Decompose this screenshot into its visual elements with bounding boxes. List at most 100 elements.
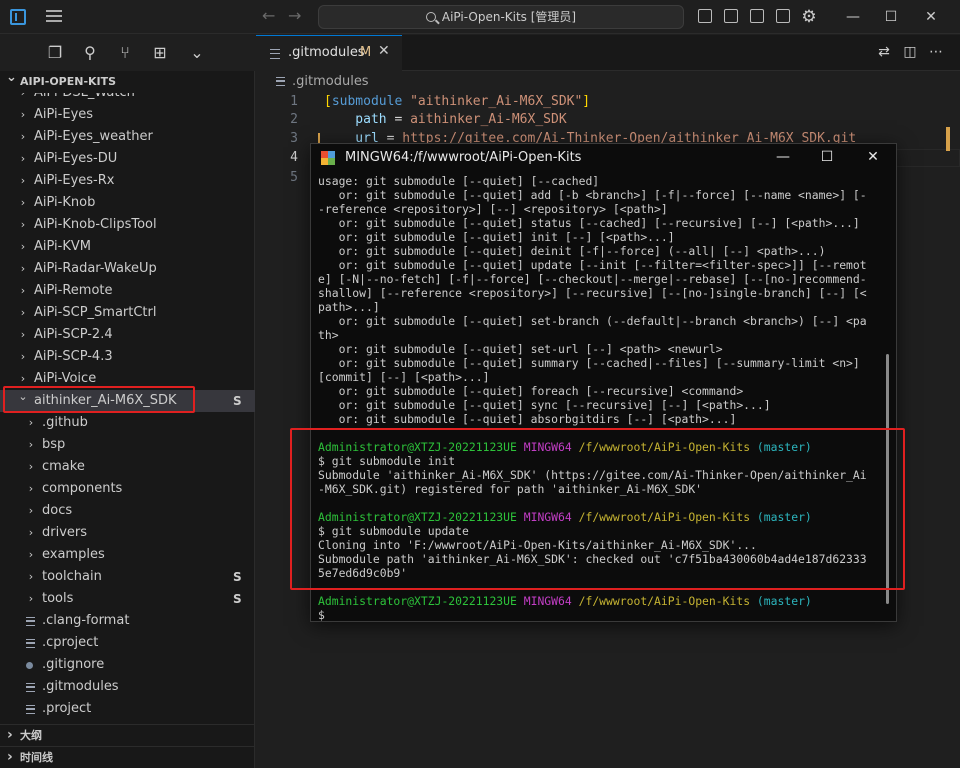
source-control-icon[interactable]: ⑂ [115, 43, 135, 63]
tree-item[interactable]: › AiPi-SCP-2.4 [0, 324, 255, 346]
close-tab-icon[interactable]: ✕ [378, 43, 390, 59]
tab-label: .gitmodules [288, 45, 365, 60]
tree-item-label: AiPi-Remote [34, 283, 113, 298]
tree-item[interactable]: › AiPi-Eyes_weather [0, 126, 255, 148]
tree-item[interactable]: › bsp [0, 434, 255, 456]
terminal-maximize-button[interactable]: ☐ [817, 147, 837, 167]
command-center-search[interactable]: AiPi-Open-Kits [管理员] [318, 5, 684, 29]
terminal-scrollbar[interactable] [886, 354, 889, 604]
tree-item[interactable]: › AiPi-Knob-ClipsTool [0, 214, 255, 236]
title-bar: ← → AiPi-Open-Kits [管理员] ⚙ — ☐ ✕ [0, 0, 960, 34]
terminal-usage-line: or: git submodule [--quiet] summary [--c… [318, 356, 860, 370]
terminal-minimize-button[interactable]: — [773, 147, 793, 167]
tree-item[interactable]: › AiPi-Remote [0, 280, 255, 302]
files-icon[interactable]: ❐ [45, 43, 65, 63]
terminal-output-line: 5e7ed6d9c0b9' [318, 566, 408, 580]
tree-item[interactable]: › cmake [0, 456, 255, 478]
line-number: 5 [290, 170, 298, 185]
tree-item-label: drivers [42, 525, 88, 540]
search-icon[interactable]: ⚲ [80, 43, 100, 63]
terminal-close-button[interactable]: ✕ [863, 147, 883, 167]
breadcrumb-item[interactable]: .gitmodules [292, 74, 369, 89]
terminal-usage-line: or: git submodule [--quiet] init [--] [<… [318, 230, 675, 244]
tree-item[interactable]: › AiPi-Radar-WakeUp [0, 258, 255, 280]
tree-item[interactable]: › AiPi-Eyes-DU [0, 148, 255, 170]
open-changes-icon[interactable]: ⇄ [876, 44, 892, 60]
toggle-sidebar-icon[interactable] [698, 9, 712, 23]
tree-item[interactable]: › components [0, 478, 255, 500]
prompt-path: /f/wwwroot/AiPi-Open-Kits [578, 510, 751, 524]
mingw64-terminal-window[interactable]: MINGW64:/f/wwwroot/AiPi-Open-Kits — ☐ ✕ … [310, 143, 897, 622]
explorer-root-title[interactable]: AIPI-OPEN-KITS [0, 67, 255, 93]
terminal-prompt: Administrator@XTZJ-20221123UE MINGW64 /f… [318, 510, 812, 524]
tree-item[interactable]: ›AiPi-DSL_Watch [0, 93, 255, 104]
toggle-secondary-sidebar-icon[interactable] [750, 9, 764, 23]
tree-item[interactable]: .gitmodules [0, 676, 255, 698]
tab-gitmodules[interactable]: .gitmodules M ✕ [256, 35, 402, 71]
tree-item-label: bsp [42, 437, 66, 452]
terminal-output-line: Cloning into 'F:/wwwroot/AiPi-Open-Kits/… [318, 538, 757, 552]
outline-section[interactable]: 大纲 [0, 724, 255, 746]
maximize-button[interactable]: ☐ [880, 6, 902, 28]
line-number: 1 [290, 94, 298, 109]
tree-item[interactable]: › AiPi-Eyes [0, 104, 255, 126]
tree-item-label: AiPi-Eyes-DU [34, 151, 118, 166]
tree-item[interactable]: › AiPi-Voice [0, 368, 255, 390]
chevron-down-icon[interactable]: ⌄ [187, 43, 207, 63]
tree-item[interactable]: › AiPi-Knob [0, 192, 255, 214]
tree-item[interactable]: › AiPi-SCP-4.3 [0, 346, 255, 368]
tree-item[interactable]: .gitignore [0, 654, 255, 676]
settings-gear-icon[interactable]: ⚙ [798, 6, 820, 28]
minimize-button[interactable]: — [842, 6, 864, 28]
chevron-right-icon: › [28, 570, 34, 583]
timeline-section[interactable]: 时间线 [0, 746, 255, 768]
toggle-panel-icon[interactable] [724, 9, 738, 23]
explorer-sidebar: AIPI-OPEN-KITS ›AiPi-DSL_Watch › AiPi-Eyes… [0, 67, 255, 768]
more-actions-icon[interactable]: ⋯ [928, 44, 944, 60]
tree-item[interactable]: › AiPi-Eyes-Rx [0, 170, 255, 192]
line-number: 3 [290, 131, 298, 146]
tree-item[interactable]: .cproject [0, 632, 255, 654]
tree-item-label: cmake [42, 459, 85, 474]
terminal-prompt: Administrator@XTZJ-20221123UE MINGW64 /f… [318, 594, 812, 608]
activity-bar: ❐ ⚲ ⑂ ⊞ ⌄ [0, 35, 255, 71]
chevron-right-icon: › [20, 306, 26, 319]
code-token: aithinker_Ai-M6X_SDK [410, 112, 567, 127]
terminal-title-bar[interactable]: MINGW64:/f/wwwroot/AiPi-Open-Kits — ☐ ✕ [311, 144, 896, 172]
git-status-badge: S [233, 592, 242, 606]
search-icon [425, 12, 436, 22]
tree-item[interactable]: ⌄ aithinker_Ai-M6X_SDK S [0, 390, 255, 412]
chevron-right-icon: › [20, 240, 26, 253]
customize-layout-icon[interactable] [776, 9, 790, 23]
chevron-right-icon: › [20, 328, 26, 341]
tree-item[interactable]: › AiPi-KVM [0, 236, 255, 258]
prompt-user: Administrator@XTZJ-20221123UE [318, 440, 517, 454]
arrow-left-icon[interactable]: ← [262, 8, 275, 24]
extensions-icon[interactable]: ⊞ [150, 43, 170, 63]
tree-item[interactable]: .clang-format [0, 610, 255, 632]
tree-item[interactable]: › drivers [0, 522, 255, 544]
tree-item[interactable]: › AiPi-SCP_SmartCtrl [0, 302, 255, 324]
chevron-right-icon: › [20, 130, 26, 143]
breadcrumb: .gitmodules [256, 71, 960, 93]
tree-item[interactable]: › toolchain S [0, 566, 255, 588]
tree-item[interactable]: .project [0, 698, 255, 720]
chevron-right-icon: › [28, 482, 34, 495]
tree-item[interactable]: › tools S [0, 588, 255, 610]
split-editor-icon[interactable]: ◫ [902, 44, 918, 60]
tree-item-label: .project [42, 701, 92, 716]
terminal-input-prompt[interactable]: $ [318, 608, 325, 622]
tree-item[interactable]: › .github [0, 412, 255, 434]
tree-item[interactable]: › docs [0, 500, 255, 522]
terminal-usage-line: or: git submodule [--quiet] set-branch (… [318, 314, 867, 328]
tree-item-label: .gitmodules [42, 679, 119, 694]
prompt-env: MINGW64 [523, 440, 572, 454]
terminal-usage-line: [commit] [--] [<path>...] [318, 370, 490, 384]
terminal-output[interactable]: Administrator@XTZJ-20221123UE MINGW64 /f… [318, 174, 883, 622]
close-window-button[interactable]: ✕ [920, 6, 942, 28]
arrow-right-icon[interactable]: → [288, 8, 301, 24]
tree-item-label: AiPi-Knob-ClipsTool [34, 217, 157, 232]
tree-item-label: examples [42, 547, 105, 562]
menu-icon[interactable] [46, 10, 62, 22]
tree-item[interactable]: › examples [0, 544, 255, 566]
